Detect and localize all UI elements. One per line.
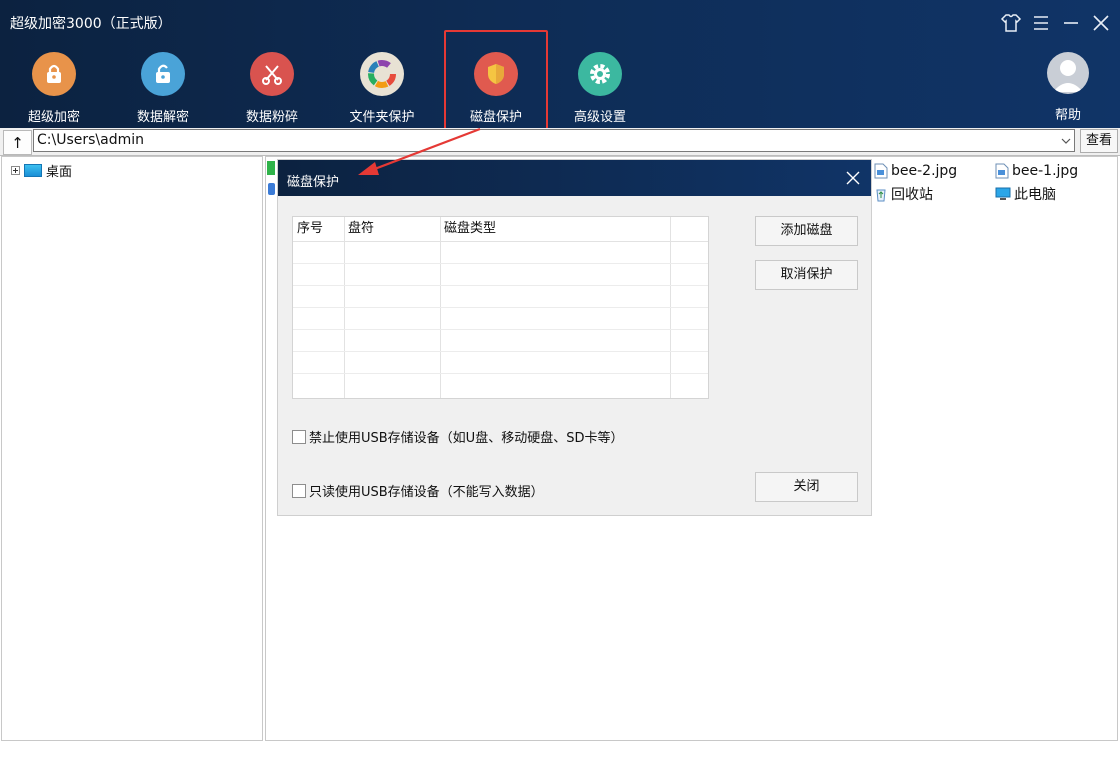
help-label: 帮助 [1054, 108, 1081, 123]
block-usb-checkbox[interactable] [292, 429, 306, 444]
table-row [293, 285, 708, 286]
toolbar-encrypt[interactable]: 超级加密 [4, 50, 104, 126]
file-name: 回收站 [891, 187, 933, 203]
block-usb-option[interactable]: 禁止使用USB存储设备（如U盘、移动硬盘、SD卡等） [292, 427, 623, 446]
table-row [293, 351, 708, 352]
image-file-icon [995, 163, 1009, 179]
toolbar-label: 磁盘保护 [469, 110, 522, 125]
gear-icon [578, 52, 622, 96]
dialog-close-icon[interactable] [845, 170, 861, 186]
view-button[interactable]: 查看 [1080, 129, 1118, 153]
scissors-icon [250, 52, 294, 96]
help-button[interactable]: 帮助 [1028, 52, 1108, 123]
desktop-icon [24, 164, 42, 177]
toolbar-label: 高级设置 [573, 110, 626, 125]
table-header: 序号 盘符 磁盘类型 [293, 217, 708, 242]
file-name: 此电脑 [1014, 187, 1056, 203]
toolbar-label: 超级加密 [27, 110, 80, 125]
toolbar-decrypt[interactable]: 数据解密 [113, 50, 213, 126]
app-title: 超级加密3000（正式版） [10, 16, 172, 32]
recycle-bin-icon [876, 189, 886, 202]
close-button[interactable]: 关闭 [755, 472, 858, 502]
disk-protect-dialog: 磁盘保护 序号 盘符 磁盘类型 添加磁盘 取消保护 禁止使用USB存储设备（如U… [277, 159, 872, 516]
file-icon [268, 183, 275, 195]
disk-table: 序号 盘符 磁盘类型 [292, 216, 709, 399]
menu-icon[interactable] [1028, 10, 1054, 36]
expand-icon[interactable] [11, 166, 20, 175]
readonly-usb-label: 只读使用USB存储设备（不能写入数据） [309, 485, 544, 500]
folder-icon [267, 161, 275, 175]
toolbar-disk-protect[interactable]: 磁盘保护 [444, 30, 548, 130]
file-name: bee-1.jpg [1012, 163, 1079, 179]
toolbar-label: 文件夹保护 [349, 110, 415, 125]
list-item[interactable]: bee-2.jpg [874, 163, 957, 179]
app-header: 超级加密3000（正式版） 超级加密 数据解密 数据粉碎 文件夹保护 磁盘保护 … [0, 0, 1120, 130]
cancel-protect-button[interactable]: 取消保护 [755, 260, 858, 290]
folder-tree: 桌面 [1, 156, 263, 741]
image-file-icon [874, 163, 888, 179]
readonly-usb-option[interactable]: 只读使用USB存储设备（不能写入数据） [292, 481, 544, 500]
path-input[interactable]: C:\Users\admin [33, 129, 1075, 152]
chevron-down-icon[interactable] [1059, 133, 1073, 149]
table-row [293, 263, 708, 264]
table-row [293, 329, 708, 330]
column-header: 磁盘类型 [444, 221, 497, 236]
lock-icon [32, 52, 76, 96]
toolbar-settings[interactable]: 高级设置 [550, 50, 650, 126]
toolbar-label: 数据粉碎 [245, 110, 298, 125]
table-row [293, 373, 708, 374]
minimize-icon[interactable] [1058, 10, 1084, 36]
avatar-icon [1047, 52, 1089, 94]
close-icon[interactable] [1088, 10, 1114, 36]
block-usb-label: 禁止使用USB存储设备（如U盘、移动硬盘、SD卡等） [309, 431, 624, 446]
file-name: bee-2.jpg [891, 163, 958, 179]
dialog-title: 磁盘保护 [287, 175, 340, 190]
tree-node-desktop[interactable]: 桌面 [11, 161, 72, 180]
toolbar-label: 数据解密 [136, 110, 189, 125]
toolbar-shred[interactable]: 数据粉碎 [222, 50, 322, 126]
dialog-titlebar: 磁盘保护 [278, 160, 871, 196]
tree-node-label: 桌面 [46, 165, 73, 180]
readonly-usb-checkbox[interactable] [292, 483, 306, 498]
shield-icon [474, 52, 518, 96]
skin-icon[interactable] [998, 10, 1024, 36]
list-item[interactable]: 此电脑 [995, 184, 1056, 204]
column-header: 盘符 [348, 221, 375, 236]
up-button[interactable]: ↑ [3, 130, 32, 155]
unlock-icon [141, 52, 185, 96]
list-item[interactable]: bee-1.jpg [995, 163, 1078, 179]
toolbar-folder-protect[interactable]: 文件夹保护 [332, 50, 432, 126]
color-wheel-icon [360, 52, 404, 96]
add-disk-button[interactable]: 添加磁盘 [755, 216, 858, 246]
table-row [293, 307, 708, 308]
computer-icon [995, 187, 1011, 200]
list-item[interactable]: 回收站 [874, 184, 933, 204]
path-bar: ↑ C:\Users\admin 查看 [0, 128, 1120, 156]
column-header: 序号 [297, 221, 324, 236]
